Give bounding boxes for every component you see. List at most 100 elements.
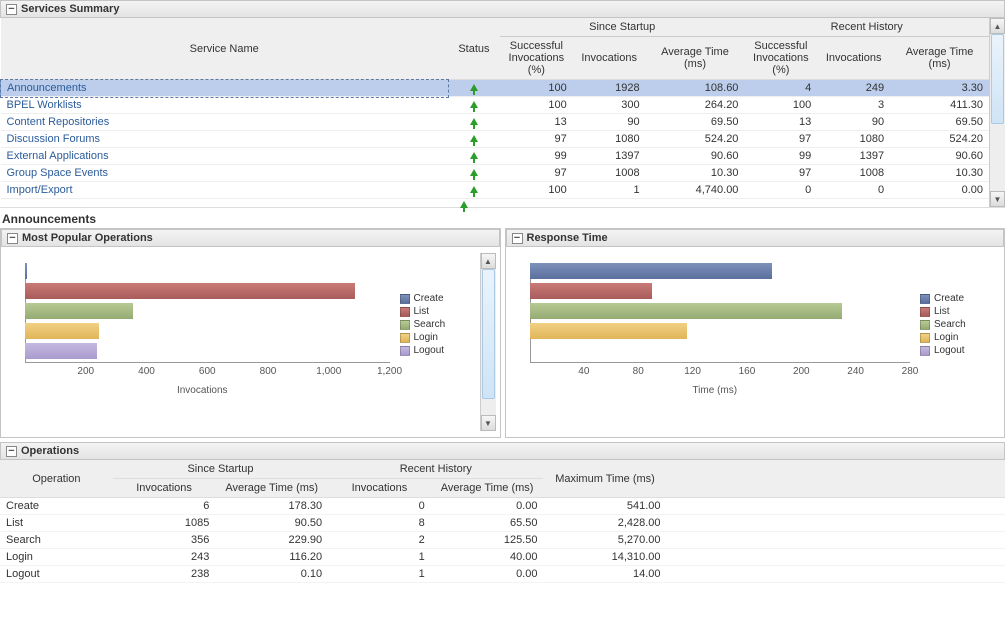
bar-create <box>25 263 27 279</box>
status-cell <box>448 148 500 165</box>
col-ss-avg[interactable]: Average Time (ms) <box>215 479 328 498</box>
table-row[interactable]: Import/Export10014,740.00000.00 <box>1 182 990 199</box>
status-cell <box>448 182 500 199</box>
col-rh-pct[interactable]: Successful Invocations (%) <box>744 37 817 80</box>
col-ss-inv[interactable]: Invocations <box>573 37 646 80</box>
col-ss-inv[interactable]: Invocations <box>113 479 216 498</box>
legend-item-create: Create <box>400 293 480 304</box>
colgroup-recent-history: Recent History <box>744 18 989 37</box>
scroll-thumb[interactable] <box>991 34 1004 124</box>
collapse-icon[interactable] <box>512 233 523 244</box>
scroll-down-button[interactable]: ▼ <box>990 191 1005 207</box>
scroll-up-button[interactable]: ▲ <box>990 18 1005 34</box>
rh-pct: 13 <box>744 114 817 131</box>
legend-swatch <box>920 333 930 343</box>
rh-avg: 411.30 <box>890 97 989 114</box>
service-name-cell[interactable]: Import/Export <box>1 182 448 199</box>
table-row[interactable]: Logout2380.1010.0014.00 <box>0 566 1005 583</box>
ss-pct: 97 <box>500 165 573 182</box>
service-name-cell[interactable]: External Applications <box>1 148 448 165</box>
ss-avg: 524.20 <box>646 131 745 148</box>
col-rh-avg[interactable]: Average Time (ms) <box>890 37 989 80</box>
rh-pct: 97 <box>744 165 817 182</box>
ss-inv: 1085 <box>113 515 216 532</box>
col-status[interactable]: Status <box>448 18 500 80</box>
tick-label: 240 <box>847 366 864 377</box>
table-row[interactable]: Announcements1001928108.6042493.30 <box>1 80 990 97</box>
rh-pct: 99 <box>744 148 817 165</box>
table-row[interactable]: BPEL Worklists100300264.201003411.30 <box>1 97 990 114</box>
collapse-icon[interactable] <box>6 446 17 457</box>
col-rh-inv[interactable]: Invocations <box>817 37 890 80</box>
service-name-cell[interactable]: Content Repositories <box>1 114 448 131</box>
table-row[interactable]: Group Space Events97100810.3097100810.30 <box>1 165 990 182</box>
tick-label: 1,200 <box>377 366 402 377</box>
charts-row: Most Popular Operations 2004006008001,00… <box>0 228 1005 438</box>
bar-list <box>530 283 653 299</box>
tick-label: 40 <box>578 366 589 377</box>
ss-avg: 90.60 <box>646 148 745 165</box>
chart-xlabel: Invocations <box>5 385 400 396</box>
legend-swatch <box>920 320 930 330</box>
ss-inv: 356 <box>113 532 216 549</box>
col-ss-pct[interactable]: Successful Invocations (%) <box>500 37 573 80</box>
response-time-panel: Response Time 4080120160200240280 Time (… <box>505 228 1005 438</box>
ss-inv: 1008 <box>573 165 646 182</box>
ss-inv: 1080 <box>573 131 646 148</box>
scroll-thumb[interactable] <box>482 269 495 399</box>
service-name-cell[interactable]: Discussion Forums <box>1 131 448 148</box>
scroll-up-button[interactable]: ▲ <box>481 253 496 269</box>
rh-inv: 1080 <box>817 131 890 148</box>
table-row[interactable]: Content Repositories139069.50139069.50 <box>1 114 990 131</box>
chart-scrollbar[interactable]: ▲ ▼ <box>480 253 496 431</box>
ss-pct: 100 <box>500 80 573 97</box>
services-scrollbar[interactable]: ▲ ▼ <box>989 18 1005 207</box>
rh-inv: 3 <box>817 97 890 114</box>
ss-pct: 100 <box>500 97 573 114</box>
col-max-time[interactable]: Maximum Time (ms) <box>543 460 666 498</box>
scroll-down-button[interactable]: ▼ <box>481 415 496 431</box>
col-rh-inv[interactable]: Invocations <box>328 479 431 498</box>
legend-item-logout: Logout <box>400 345 480 356</box>
rh-inv: 1 <box>328 549 431 566</box>
col-operation[interactable]: Operation <box>0 460 113 498</box>
col-rh-avg[interactable]: Average Time (ms) <box>431 479 544 498</box>
rh-inv: 0 <box>328 498 431 515</box>
chart-legend: CreateListSearchLoginLogout <box>920 253 1000 431</box>
legend-label: Login <box>414 332 438 343</box>
tick-label: 600 <box>199 366 216 377</box>
col-ss-avg[interactable]: Average Time (ms) <box>646 37 745 80</box>
services-summary-panel: Services Summary Service Name Status Sin… <box>0 0 1005 207</box>
table-row[interactable]: Login243116.20140.0014,310.00 <box>0 549 1005 566</box>
rh-avg: 10.30 <box>890 165 989 182</box>
legend-item-search: Search <box>400 319 480 330</box>
ss-inv: 238 <box>113 566 216 583</box>
bar-search <box>25 303 133 319</box>
service-name-cell[interactable]: BPEL Worklists <box>1 97 448 114</box>
table-row[interactable]: External Applications99139790.6099139790… <box>1 148 990 165</box>
tick-label: 160 <box>739 366 756 377</box>
rh-avg: 0.00 <box>890 182 989 199</box>
col-service-name[interactable]: Service Name <box>1 18 448 80</box>
ss-inv: 243 <box>113 549 216 566</box>
legend-label: Login <box>934 332 958 343</box>
legend-label: List <box>414 306 430 317</box>
collapse-icon[interactable] <box>7 233 18 244</box>
rh-avg: 3.30 <box>890 80 989 97</box>
legend-label: Search <box>934 319 966 330</box>
table-row[interactable]: Search356229.902125.505,270.00 <box>0 532 1005 549</box>
table-row[interactable]: Discussion Forums971080524.20971080524.2… <box>1 131 990 148</box>
ss-avg: 116.20 <box>215 549 328 566</box>
arrow-up-icon <box>470 186 478 193</box>
legend-swatch <box>400 333 410 343</box>
service-name-cell[interactable]: Announcements <box>1 80 448 97</box>
service-name-cell[interactable]: Group Space Events <box>1 165 448 182</box>
ss-avg: 10.30 <box>646 165 745 182</box>
collapse-icon[interactable] <box>6 4 17 15</box>
rh-inv: 2 <box>328 532 431 549</box>
chart-xlabel: Time (ms) <box>510 385 921 396</box>
table-row[interactable]: Create6178.3000.00541.00 <box>0 498 1005 515</box>
ss-pct: 97 <box>500 131 573 148</box>
table-row[interactable]: List108590.50865.502,428.00 <box>0 515 1005 532</box>
legend-swatch <box>400 320 410 330</box>
